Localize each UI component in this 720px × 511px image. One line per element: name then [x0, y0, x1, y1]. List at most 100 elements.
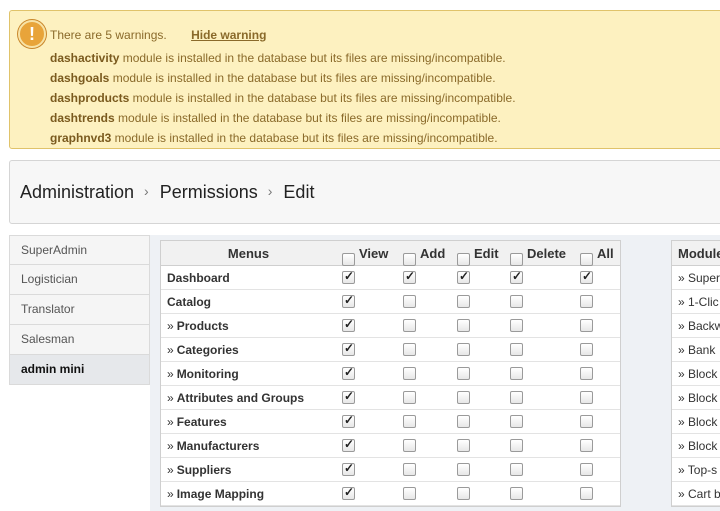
all-permission-checkbox[interactable] [580, 391, 593, 404]
view-permission-checkbox[interactable] [342, 365, 355, 380]
profile-tab-superadmin[interactable]: SuperAdmin [9, 235, 150, 265]
table-row: » Suppliers [161, 458, 620, 482]
edit-permission-checkbox[interactable] [457, 269, 470, 284]
all-column-header: All [580, 241, 614, 266]
table-row: » Monitoring [161, 362, 620, 386]
view-permission-checkbox[interactable] [342, 437, 355, 452]
delete-permission-checkbox[interactable] [510, 295, 523, 308]
delete-permission-checkbox[interactable] [510, 439, 523, 452]
edit-permission-checkbox[interactable] [457, 463, 470, 476]
add-permission-checkbox[interactable] [403, 343, 416, 356]
table-row: » Bank [672, 338, 720, 362]
menu-label: » Image Mapping [167, 482, 264, 506]
edit-permission-checkbox[interactable] [457, 367, 470, 380]
view-column-label: View [359, 246, 389, 261]
warning-module-name: graphnvd3 [50, 131, 112, 145]
add-permission-checkbox[interactable] [403, 439, 416, 452]
hide-warning-link[interactable]: Hide warning [191, 28, 266, 42]
menu-label: » Attributes and Groups [167, 386, 304, 410]
warning-message: module is installed in the database but … [109, 71, 496, 85]
table-row: Catalog [161, 290, 620, 314]
warning-module-name: dashgoals [50, 71, 110, 85]
view-permission-checkbox[interactable] [342, 389, 355, 404]
view-permission-checkbox[interactable] [342, 485, 355, 500]
view-permission-checkbox[interactable] [342, 461, 355, 476]
edit-permission-checkbox[interactable] [457, 487, 470, 500]
profile-tab-logistician[interactable]: Logistician [9, 265, 150, 295]
module-label: » Cart b [678, 487, 720, 501]
view-column-header: View [342, 241, 388, 266]
module-label: » Block [678, 439, 718, 453]
add-permission-checkbox[interactable] [403, 295, 416, 308]
edit-permission-checkbox[interactable] [457, 343, 470, 356]
delete-permission-checkbox[interactable] [510, 319, 523, 332]
warning-message: module is installed in the database but … [119, 51, 506, 65]
add-permission-checkbox[interactable] [403, 319, 416, 332]
add-permission-checkbox[interactable] [403, 415, 416, 428]
all-column-label: All [597, 246, 614, 261]
all-permission-checkbox[interactable] [580, 269, 593, 284]
edit-permission-checkbox[interactable] [457, 295, 470, 308]
edit-permission-checkbox[interactable] [457, 439, 470, 452]
delete-permission-checkbox[interactable] [510, 269, 523, 284]
view-permission-checkbox[interactable] [342, 341, 355, 356]
warning-message: module is installed in the database but … [114, 111, 501, 125]
warning-header: There are 5 warnings. Hide warning [50, 28, 266, 42]
warning-count-text: There are 5 warnings. [50, 28, 167, 42]
view-permission-checkbox[interactable] [342, 293, 355, 308]
all-permission-checkbox[interactable] [580, 295, 593, 308]
edit-permission-checkbox[interactable] [457, 319, 470, 332]
menu-label: » Features [167, 410, 227, 434]
warning-item: dashproducts module is installed in the … [50, 88, 516, 108]
add-permission-checkbox[interactable] [403, 391, 416, 404]
delete-permission-checkbox[interactable] [510, 343, 523, 356]
table-row: » Block [672, 386, 720, 410]
table-row: » Attributes and Groups [161, 386, 620, 410]
modules-table-body: » Super » 1-Clic » Backw » Bank » Block » Blo… [672, 266, 720, 506]
all-permission-checkbox[interactable] [580, 367, 593, 380]
all-permission-checkbox[interactable] [580, 487, 593, 500]
warning-module-name: dashtrends [50, 111, 115, 125]
menu-label-text: Image Mapping [176, 487, 265, 501]
breadcrumb: Administration › Permissions › Edit [20, 182, 314, 203]
view-permission-checkbox[interactable] [342, 413, 355, 428]
view-all-checkbox[interactable] [342, 253, 355, 266]
edit-all-checkbox[interactable] [457, 253, 470, 266]
warning-item: dashtrends module is installed in the da… [50, 108, 516, 128]
edit-permission-checkbox[interactable] [457, 391, 470, 404]
add-all-checkbox[interactable] [403, 253, 416, 266]
table-row: » Image Mapping [161, 482, 620, 506]
delete-all-checkbox[interactable] [510, 253, 523, 266]
delete-permission-checkbox[interactable] [510, 391, 523, 404]
warning-module-name: dashactivity [50, 51, 120, 65]
add-permission-checkbox[interactable] [403, 367, 416, 380]
menu-label: » Products [167, 314, 229, 338]
add-permission-checkbox[interactable] [403, 487, 416, 500]
delete-permission-checkbox[interactable] [510, 367, 523, 380]
all-permission-checkbox[interactable] [580, 439, 593, 452]
delete-permission-checkbox[interactable] [510, 463, 523, 476]
breadcrumb-permissions[interactable]: Permissions [160, 182, 258, 202]
all-all-checkbox[interactable] [580, 253, 593, 266]
table-row: » Backw [672, 314, 720, 338]
breadcrumb-edit: Edit [283, 182, 315, 202]
all-permission-checkbox[interactable] [580, 319, 593, 332]
all-permission-checkbox[interactable] [580, 463, 593, 476]
edit-permission-checkbox[interactable] [457, 415, 470, 428]
add-permission-checkbox[interactable] [403, 269, 416, 284]
breadcrumb-administration[interactable]: Administration [20, 182, 134, 202]
profile-tab-salesman[interactable]: Salesman [9, 325, 150, 355]
add-permission-checkbox[interactable] [403, 463, 416, 476]
submenu-marker-icon: » [167, 391, 174, 405]
breadcrumb-separator-icon: › [144, 183, 149, 199]
submenu-marker-icon: » [167, 367, 174, 381]
view-permission-checkbox[interactable] [342, 317, 355, 332]
profile-tab-admin-mini[interactable]: admin mini [9, 355, 150, 385]
all-permission-checkbox[interactable] [580, 343, 593, 356]
all-permission-checkbox[interactable] [580, 415, 593, 428]
table-row: » Block [672, 362, 720, 386]
view-permission-checkbox[interactable] [342, 269, 355, 284]
delete-permission-checkbox[interactable] [510, 487, 523, 500]
profile-tab-translator[interactable]: Translator [9, 295, 150, 325]
delete-permission-checkbox[interactable] [510, 415, 523, 428]
